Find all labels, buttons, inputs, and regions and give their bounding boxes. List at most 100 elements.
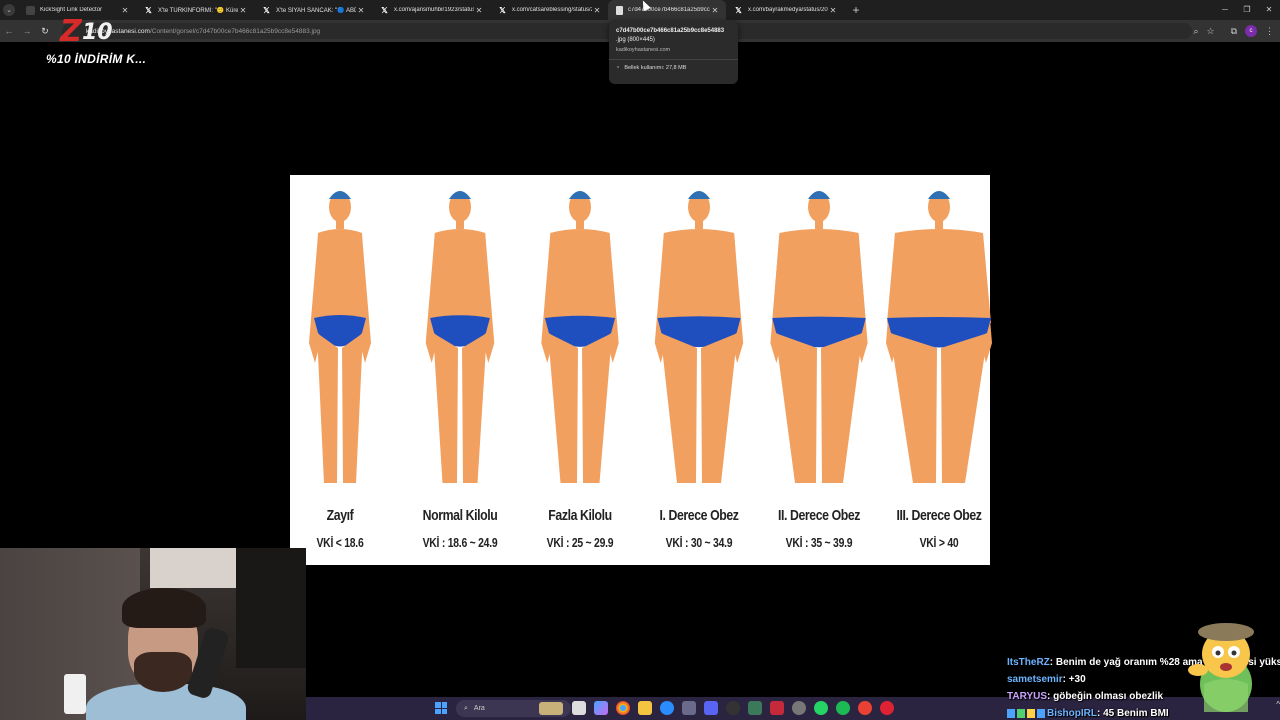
mail-red-icon[interactable] bbox=[770, 701, 784, 715]
webcam-cup bbox=[64, 674, 86, 714]
tab-close-icon[interactable]: ✕ bbox=[828, 6, 838, 15]
body-figure bbox=[639, 183, 759, 503]
hover-card-memory: ◔ Bellek kullanımı: 27,8 MB bbox=[616, 65, 731, 71]
tab-close-icon[interactable]: ✕ bbox=[474, 6, 484, 15]
body-figure bbox=[879, 183, 999, 503]
app-icon[interactable] bbox=[748, 701, 762, 715]
body-figure bbox=[400, 183, 520, 503]
taskbar-search-placeholder: Ara bbox=[473, 705, 485, 712]
taskbar-app-icons bbox=[572, 701, 894, 715]
chat-text: : +30 bbox=[1062, 674, 1086, 685]
bmi-category-label: Normal Kilolu bbox=[422, 507, 498, 524]
bmi-category-label: II. Derece Obez bbox=[777, 507, 861, 524]
page-icon bbox=[616, 5, 623, 15]
body-figure bbox=[280, 183, 400, 503]
reload-icon[interactable]: ↻ bbox=[36, 26, 54, 37]
memory-icon: ◔ bbox=[616, 65, 620, 71]
tab-title: x.com/ajansmuhbir1923/status bbox=[394, 7, 474, 13]
file-explorer-icon[interactable] bbox=[638, 701, 652, 715]
bmi-category-label: I. Derece Obez bbox=[659, 507, 739, 524]
new-tab-button[interactable]: + bbox=[848, 3, 864, 17]
menu-kebab-icon[interactable]: ⋮ bbox=[1265, 26, 1274, 37]
bmi-category-label: III. Derece Obez bbox=[896, 507, 982, 524]
browser-tab[interactable]: 𝕏x.com/catsareblessing/status/2 ✕ bbox=[490, 0, 608, 20]
search-highlight-icon bbox=[539, 702, 563, 715]
x-icon: 𝕏 bbox=[499, 5, 506, 15]
browser-tab[interactable]: 𝕏x.com/ajansmuhbir1923/status ✕ bbox=[372, 0, 490, 20]
browser-tab[interactable]: 𝕏x.com/bayrakmedya/status/20 ✕ bbox=[726, 0, 844, 20]
hover-card-title: c7d47b00ce7b466c81a25b9cc8e54883 bbox=[616, 28, 725, 34]
spotify-icon[interactable] bbox=[836, 701, 850, 715]
bmi-range-label: VKİ : 25 ~ 29.9 bbox=[546, 535, 613, 550]
task-view-icon[interactable] bbox=[572, 701, 586, 715]
recording-icon[interactable] bbox=[880, 701, 894, 715]
tab-search-button[interactable]: ⌄ bbox=[0, 0, 18, 20]
toolbar-actions: ⌕ ☆ ⧉ c ⋮ bbox=[1193, 20, 1280, 42]
url-path: /Content/gorsel/c7d47b00ce7b466c81a25b9c… bbox=[149, 27, 321, 35]
chrome-icon[interactable] bbox=[616, 701, 630, 715]
chat-text: : 45 Benim BMI bbox=[1097, 708, 1169, 719]
tab-close-icon[interactable]: ✕ bbox=[592, 6, 602, 15]
webcam-feed bbox=[0, 548, 306, 720]
hover-card-size: .jpg (800×445) bbox=[616, 37, 655, 43]
extensions-icon[interactable]: ⧉ bbox=[1231, 26, 1237, 37]
webcam-door bbox=[236, 548, 306, 668]
stream-logo: Z 10 bbox=[56, 14, 136, 54]
bmi-range-label: VKİ : 18.6 ~ 24.9 bbox=[422, 535, 498, 550]
bmi-range-label: VKİ > 40 bbox=[919, 535, 959, 550]
discord-icon[interactable] bbox=[704, 701, 718, 715]
tab-title: c7d47b00ce7b466c81a25b9cc8 bbox=[628, 7, 710, 13]
chat-text: : göbeğin olması obezlik bbox=[1047, 691, 1164, 702]
settings-icon[interactable] bbox=[792, 701, 806, 715]
browser-tab[interactable]: 𝕏 X'te SİYAH SANCAK: "🔵 ABD'y ✕ bbox=[254, 0, 372, 20]
minimize-icon[interactable]: ─ bbox=[1214, 0, 1236, 20]
chevron-down-icon: ⌄ bbox=[3, 4, 15, 16]
tab-title: X'te SİYAH SANCAK: "🔵 ABD'y bbox=[276, 7, 356, 14]
bmi-range-label: VKİ : 35 ~ 39.9 bbox=[785, 535, 853, 550]
window-controls: ─ ❐ ✕ bbox=[1214, 0, 1280, 20]
whatsapp-icon[interactable] bbox=[814, 701, 828, 715]
webcam-person-hair bbox=[122, 588, 206, 628]
obs-icon[interactable] bbox=[726, 701, 740, 715]
back-icon[interactable]: ← bbox=[0, 26, 18, 36]
windows-start-icon[interactable] bbox=[435, 702, 447, 714]
copilot-icon[interactable] bbox=[594, 701, 608, 715]
browser-tab[interactable]: c7d47b00ce7b466c81a25b9cc8 ✕ bbox=[608, 0, 726, 20]
webcam-ceiling-light bbox=[150, 548, 236, 588]
tab-hover-card: c7d47b00ce7b466c81a25b9cc8e54883 .jpg (8… bbox=[609, 20, 738, 84]
webcam-person-beard bbox=[134, 652, 192, 692]
taskbar-search-box[interactable]: ⌕ Ara bbox=[456, 700, 571, 717]
divider bbox=[609, 59, 738, 60]
x-icon: 𝕏 bbox=[145, 5, 152, 15]
chrome-canary-icon[interactable] bbox=[660, 701, 674, 715]
body-silhouette-icon bbox=[885, 191, 992, 483]
chat-username[interactable]: sametsemir bbox=[1007, 674, 1063, 685]
page-icon bbox=[26, 5, 35, 15]
body-silhouette-icon bbox=[309, 191, 372, 483]
browser-tab[interactable]: 𝕏 X'te TURKINFORMI: "🙂 Küresel ✕ bbox=[136, 0, 254, 20]
chat-username[interactable]: ItsTheRZ bbox=[1007, 657, 1050, 668]
tab-title: x.com/bayrakmedya/status/20 bbox=[748, 7, 828, 13]
close-window-icon[interactable]: ✕ bbox=[1258, 0, 1280, 20]
bmi-infographic-image: Zayıf VKİ < 18.6 Normal Kilolu VKİ : 18.6 … bbox=[290, 175, 992, 565]
tab-close-icon[interactable]: ✕ bbox=[356, 6, 366, 15]
body-silhouette-icon bbox=[655, 191, 744, 483]
zoom-icon[interactable]: ⌕ bbox=[1193, 26, 1198, 37]
tab-close-icon[interactable]: ✕ bbox=[710, 6, 720, 15]
tab-close-icon[interactable]: ✕ bbox=[238, 6, 248, 15]
logo-letter: Z bbox=[60, 14, 82, 49]
chat-username[interactable]: TARYUS bbox=[1007, 691, 1047, 702]
tab-list: KickSight Link Detector ✕ 𝕏 X'te TURKINFORM… bbox=[18, 0, 844, 20]
bmi-range-label: VKİ : 30 ~ 34.9 bbox=[666, 535, 733, 550]
body-silhouette-icon bbox=[770, 191, 868, 483]
bmi-range-label: VKİ < 18.6 bbox=[316, 535, 364, 550]
tab-title: KickSight Link Detector bbox=[40, 7, 103, 13]
profile-avatar[interactable]: c bbox=[1245, 25, 1257, 37]
mail-icon[interactable] bbox=[682, 701, 696, 715]
bmi-category-label: Fazla Kilolu bbox=[547, 507, 612, 524]
forward-icon[interactable]: → bbox=[18, 26, 36, 36]
restore-icon[interactable]: ❐ bbox=[1236, 0, 1258, 20]
browser-icon[interactable] bbox=[858, 701, 872, 715]
chat-username[interactable]: BishopIRL bbox=[1047, 708, 1097, 719]
bookmark-star-icon[interactable]: ☆ bbox=[1206, 26, 1214, 37]
